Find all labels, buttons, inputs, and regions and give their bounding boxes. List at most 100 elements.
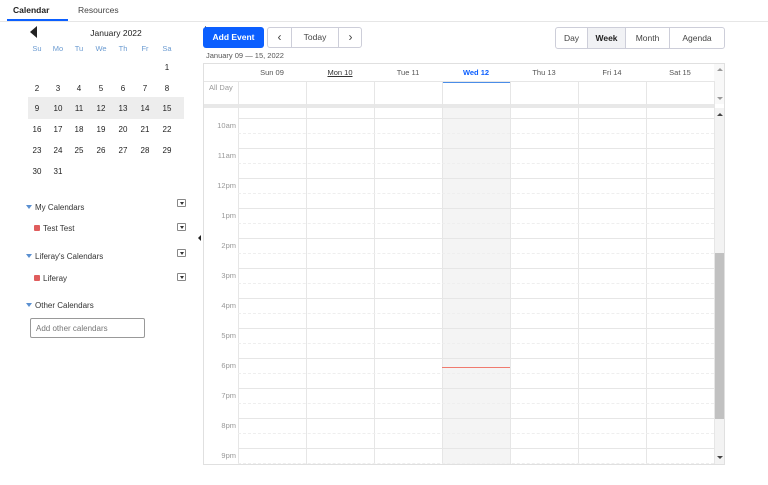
day-header[interactable]: Fri 14 [578, 68, 646, 77]
scroll-up-icon[interactable] [717, 68, 723, 71]
mini-day[interactable]: 19 [90, 121, 112, 139]
mini-dow-label: Fr [141, 44, 149, 53]
half-hour-line [238, 193, 714, 194]
mini-day[interactable]: 13 [112, 100, 134, 118]
mini-day[interactable]: 18 [68, 121, 90, 139]
mini-day[interactable]: 20 [112, 121, 134, 139]
mini-dow-label: Mo [52, 44, 64, 53]
view-agenda-button[interactable]: Agenda [670, 28, 724, 48]
mini-day[interactable]: 3 [47, 80, 69, 98]
mini-day[interactable]: 14 [134, 100, 156, 118]
mini-dow-label: Th [118, 44, 128, 53]
test-test-menu-button[interactable] [177, 223, 186, 231]
grid-scrollbar-thumb[interactable] [714, 253, 724, 419]
mini-day[interactable]: 15 [156, 100, 178, 118]
calendar-item-liferay[interactable]: Liferay [34, 274, 67, 283]
mini-day[interactable]: 29 [156, 142, 178, 160]
today-button[interactable]: Today [292, 28, 338, 47]
time-label: 5pm [221, 331, 236, 340]
hour-line [238, 208, 714, 209]
mini-day[interactable]: 11 [68, 100, 90, 118]
mini-day[interactable]: 21 [134, 121, 156, 139]
hour-line [238, 118, 714, 119]
mini-day[interactable]: 7 [134, 80, 156, 98]
mini-prev-month-icon[interactable] [30, 26, 37, 38]
calendar-item-test-test[interactable]: Test Test [34, 224, 74, 233]
liferay-menu-button[interactable] [177, 273, 186, 281]
mini-dow-label: Sa [162, 44, 172, 53]
grid-column-line [442, 81, 443, 464]
grid-column-line [714, 81, 715, 464]
grid-column-line [238, 81, 239, 464]
add-other-calendars-input[interactable] [30, 318, 145, 338]
half-hour-line [238, 223, 714, 224]
half-hour-line [238, 343, 714, 344]
mini-day[interactable]: 26 [90, 142, 112, 160]
view-month-button[interactable]: Month [626, 28, 670, 48]
my-calendars-header[interactable]: My Calendars [26, 203, 84, 212]
liferay-calendars-menu-button[interactable] [177, 249, 186, 257]
day-header[interactable]: Wed 12 [442, 68, 510, 77]
mini-day[interactable]: 22 [156, 121, 178, 139]
liferay-calendars-label: Liferay's Calendars [35, 252, 104, 261]
hour-line [238, 418, 714, 419]
half-hour-line [238, 403, 714, 404]
mini-day[interactable]: 30 [26, 163, 48, 181]
mini-day[interactable]: 4 [68, 80, 90, 98]
my-calendars-label: My Calendars [35, 203, 85, 212]
day-header[interactable]: Mon 10 [306, 68, 374, 77]
day-header[interactable]: Tue 11 [374, 68, 442, 77]
view-week-button[interactable]: Week [588, 28, 626, 48]
top-tabs: Calendar Resources [0, 0, 768, 22]
day-header[interactable]: Thu 13 [510, 68, 578, 77]
time-label: 1pm [221, 211, 236, 220]
grid-column-line [578, 81, 579, 464]
collapse-sidebar-icon[interactable] [198, 235, 201, 241]
mini-day[interactable]: 5 [90, 80, 112, 98]
half-hour-line [238, 163, 714, 164]
mini-day[interactable]: 28 [134, 142, 156, 160]
tab-calendar[interactable]: Calendar [13, 5, 49, 15]
view-day-button[interactable]: Day [556, 28, 588, 48]
mini-day[interactable]: 8 [156, 80, 178, 98]
mini-day[interactable]: 25 [68, 142, 90, 160]
mini-day[interactable]: 2 [26, 80, 48, 98]
half-hour-line [238, 463, 714, 464]
hour-line [238, 268, 714, 269]
scroll-down-icon[interactable] [717, 97, 723, 100]
time-label: 2pm [221, 241, 236, 250]
mini-day[interactable]: 23 [26, 142, 48, 160]
scroll-down-icon[interactable] [717, 456, 723, 459]
time-label: 8pm [221, 421, 236, 430]
mini-day[interactable]: 9 [26, 100, 48, 118]
liferay-calendars-header[interactable]: Liferay's Calendars [26, 252, 103, 261]
mini-day[interactable]: 24 [47, 142, 69, 160]
previous-week-button[interactable]: ‹ [268, 28, 292, 47]
all-day-separator [204, 104, 714, 108]
half-hour-line [238, 133, 714, 134]
mini-day[interactable]: 27 [112, 142, 134, 160]
next-week-button[interactable]: › [338, 28, 362, 47]
other-calendars-header[interactable]: Other Calendars [26, 301, 94, 310]
mini-dow-label: We [95, 44, 107, 53]
day-header[interactable]: Sun 09 [238, 68, 306, 77]
grid-column-line [646, 81, 647, 464]
today-column [442, 108, 510, 464]
scroll-up-icon[interactable] [717, 113, 723, 116]
mini-day[interactable]: 17 [47, 121, 69, 139]
day-header[interactable]: Sat 15 [646, 68, 714, 77]
tab-resources[interactable]: Resources [78, 5, 119, 15]
mini-day[interactable]: 6 [112, 80, 134, 98]
hour-line [238, 448, 714, 449]
half-hour-line [238, 283, 714, 284]
add-event-button[interactable]: Add Event [203, 27, 264, 48]
my-calendars-menu-button[interactable] [177, 199, 186, 207]
expand-icon [26, 254, 32, 258]
mini-day[interactable]: 16 [26, 121, 48, 139]
mini-day[interactable]: 31 [47, 163, 69, 181]
mini-day[interactable]: 1 [156, 59, 178, 77]
half-hour-line [238, 433, 714, 434]
mini-day[interactable]: 10 [47, 100, 69, 118]
mini-day[interactable]: 12 [90, 100, 112, 118]
hour-line [238, 358, 714, 359]
